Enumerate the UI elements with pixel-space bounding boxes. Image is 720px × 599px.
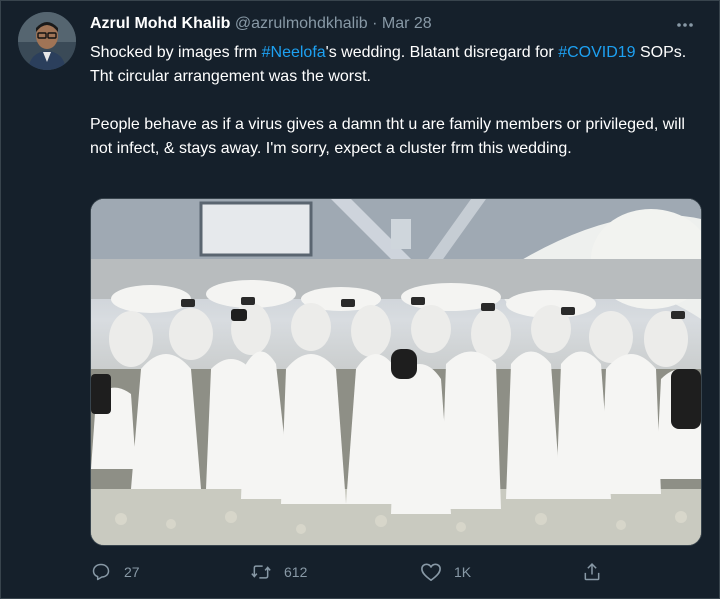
tweet-paragraph-1: Shocked by images frm #Neelofa's wedding… <box>90 41 690 89</box>
hashtag-neelofa[interactable]: #Neelofa <box>262 44 326 61</box>
more-button[interactable] <box>671 11 699 39</box>
share-icon <box>581 561 603 583</box>
like-button[interactable]: 1K <box>420 557 471 587</box>
tweet-actions: 27 612 1K <box>90 557 610 587</box>
reply-count: 27 <box>124 564 140 580</box>
avatar[interactable] <box>18 12 76 70</box>
tweet-text: Shocked by images frm #Neelofa's wedding… <box>90 41 690 161</box>
retweet-icon <box>250 561 272 583</box>
share-button[interactable] <box>581 557 603 587</box>
retweet-button[interactable]: 612 <box>250 557 307 587</box>
header-separator: · <box>372 15 378 32</box>
reply-button[interactable]: 27 <box>90 557 140 587</box>
text-segment: Shocked by images frm <box>90 44 262 61</box>
tweet-date[interactable]: Mar 28 <box>382 15 432 32</box>
tweet-paragraph-2: People behave as if a virus gives a damn… <box>90 116 685 157</box>
reply-bubble-icon <box>90 561 112 583</box>
avatar-image <box>18 12 76 70</box>
author-name[interactable]: Azrul Mohd Khalib <box>90 15 230 32</box>
tweet-card: Azrul Mohd Khalib @azrulmohdkhalib · Mar… <box>0 0 720 599</box>
tweet-photo[interactable] <box>90 198 702 546</box>
text-segment: 's wedding. Blatant disregard for <box>325 44 559 61</box>
more-dots-icon <box>677 23 693 27</box>
wedding-photo <box>91 199 701 545</box>
author-handle[interactable]: @azrulmohdkhalib <box>235 15 368 32</box>
tweet-header: Azrul Mohd Khalib @azrulmohdkhalib · Mar… <box>90 13 432 35</box>
retweet-count: 612 <box>284 564 308 580</box>
hashtag-covid19[interactable]: #COVID19 <box>558 44 635 61</box>
heart-icon <box>420 561 442 583</box>
like-count: 1K <box>454 564 472 580</box>
